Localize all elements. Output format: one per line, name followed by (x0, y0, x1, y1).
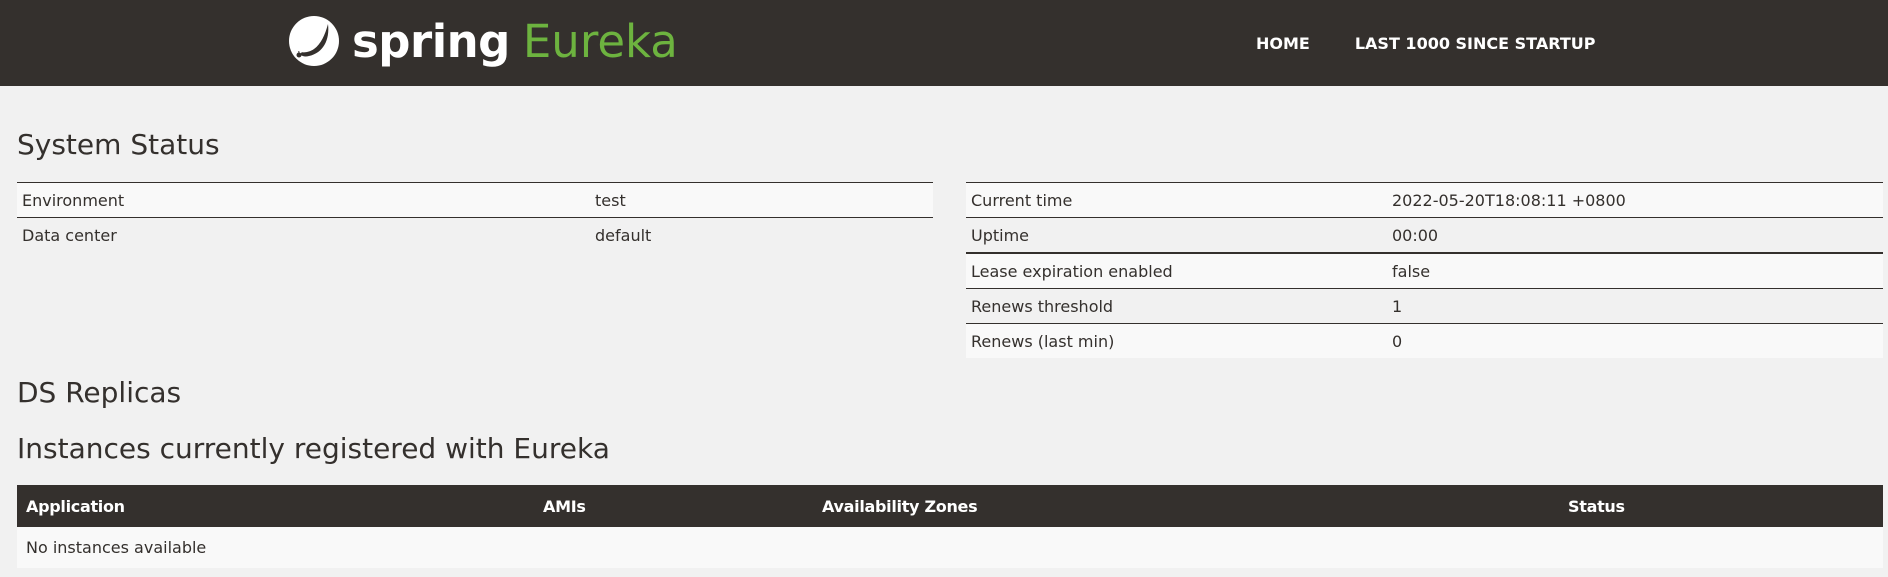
status-label: Uptime (966, 217, 1387, 253)
system-status-right-table: Current time 2022-05-20T18:08:11 +0800 U… (966, 182, 1883, 358)
navbar: spring Eureka HOME LAST 1000 SINCE START… (0, 0, 1888, 86)
empty-instances-message: No instances available (17, 527, 1883, 568)
instances-header-row: Application AMIs Availability Zones Stat… (17, 485, 1883, 527)
status-value: 2022-05-20T18:08:11 +0800 (1387, 182, 1883, 218)
status-label: Current time (966, 182, 1387, 218)
system-status-title: System Status (17, 128, 220, 161)
status-label: Lease expiration enabled (966, 252, 1387, 289)
status-row: Lease expiration enabled false (966, 252, 1883, 289)
brand-link[interactable]: spring Eureka (288, 12, 678, 70)
status-row: Current time 2022-05-20T18:08:11 +0800 (966, 182, 1883, 218)
status-label: Data center (17, 217, 590, 252)
instances-table: Application AMIs Availability Zones Stat… (17, 485, 1883, 568)
system-status-left-table: Environment test Data center default (17, 182, 933, 252)
status-value: 0 (1387, 323, 1883, 358)
ds-replicas-title: DS Replicas (17, 376, 182, 409)
status-label: Renews (last min) (966, 323, 1387, 358)
status-value: test (590, 182, 933, 218)
status-value: default (590, 217, 933, 252)
status-row: Data center default (17, 217, 933, 252)
status-row: Environment test (17, 182, 933, 218)
status-value: false (1387, 252, 1883, 289)
brand-eureka-text: Eureka (522, 14, 678, 68)
instances-title: Instances currently registered with Eure… (17, 432, 610, 465)
status-row: Uptime 00:00 (966, 217, 1883, 253)
spring-leaf-icon (289, 16, 339, 66)
nav-last-1000-link[interactable]: LAST 1000 SINCE STARTUP (1355, 34, 1596, 53)
nav-links: HOME LAST 1000 SINCE STARTUP (1256, 0, 1640, 86)
column-header-availability-zones: Availability Zones (813, 485, 1559, 527)
column-header-status: Status (1559, 485, 1883, 527)
status-value: 1 (1387, 288, 1883, 324)
table-row: No instances available (17, 527, 1883, 568)
brand-spring-text: spring (352, 14, 510, 68)
status-row: Renews (last min) 0 (966, 323, 1883, 358)
column-header-amis: AMIs (534, 485, 813, 527)
column-header-application: Application (17, 485, 534, 527)
status-label: Renews threshold (966, 288, 1387, 324)
nav-home-link[interactable]: HOME (1256, 34, 1310, 53)
status-label: Environment (17, 182, 590, 218)
status-value: 00:00 (1387, 217, 1883, 253)
status-row: Renews threshold 1 (966, 288, 1883, 324)
